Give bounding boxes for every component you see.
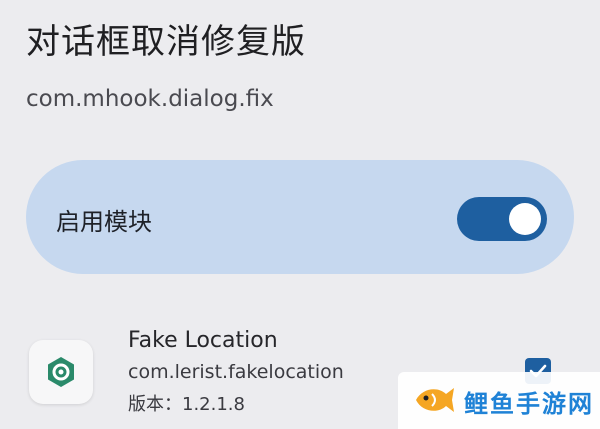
toggle-knob — [509, 203, 541, 235]
fish-logo-icon — [416, 388, 454, 412]
app-name: Fake Location — [128, 328, 278, 353]
module-package-name: com.mhook.dialog.fix — [26, 86, 274, 112]
enable-module-label: 启用模块 — [56, 208, 152, 236]
watermark-text: 鲤鱼手游网 — [464, 390, 594, 418]
location-target-icon — [29, 340, 93, 404]
enable-module-toggle[interactable] — [457, 197, 547, 241]
watermark: 鲤鱼手游网 — [398, 372, 600, 429]
app-version: 版本：1.2.1.8 — [128, 394, 245, 415]
enable-module-card[interactable]: 启用模块 — [26, 160, 574, 274]
module-title: 对话框取消修复版 — [26, 22, 306, 62]
app-package-name: com.lerist.fakelocation — [128, 361, 344, 383]
